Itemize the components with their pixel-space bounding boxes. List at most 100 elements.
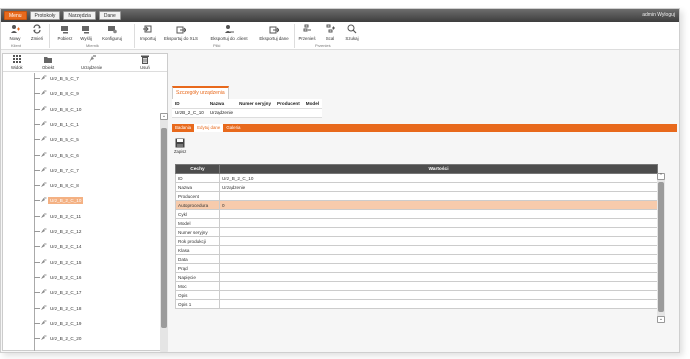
properties-panel: Cechy Wartości ID Urz_B_2_C_10 Nazwa Urządz… (175, 164, 665, 334)
property-name: Data (175, 254, 220, 264)
property-name: Opis 1 (175, 299, 220, 309)
tree-item[interactable]: Urz_B_2_C_10 (3, 195, 158, 206)
tab-protokoly[interactable]: Protokoły (29, 11, 61, 20)
export-xls-button[interactable]: Eksportuj do XLS (161, 24, 201, 42)
property-value[interactable] (219, 263, 658, 273)
table-row[interactable]: Autoprocedura 0 (175, 200, 658, 210)
object-button[interactable]: Obiekt (42, 55, 54, 70)
table-row[interactable]: UrzB_2_C_10 Urządzenie (172, 108, 323, 118)
table-row[interactable]: Nazwa Urządzenie (175, 182, 658, 192)
export-client-button[interactable]: Eksportuj do .client (208, 24, 250, 42)
scroll-thumb[interactable] (161, 128, 167, 328)
tree-item[interactable]: Urz_B_2_C_14 (3, 241, 158, 252)
property-value[interactable] (219, 191, 658, 201)
tree-item-label: Urz_B_2_C_12 (50, 229, 82, 234)
tab-narzedzia[interactable]: Narzędzia (63, 11, 96, 20)
tree-item[interactable]: Urz_B_5_C_6 (3, 150, 158, 161)
property-value[interactable] (219, 299, 658, 309)
device-icon (41, 320, 47, 325)
tree-item[interactable]: Urz_B_5_C_5 (3, 134, 158, 145)
new-button[interactable]: Nowy (3, 24, 27, 42)
tree-item[interactable]: Urz_B_7_C_7 (3, 165, 158, 176)
property-value[interactable] (219, 209, 658, 219)
tree-scrollbar[interactable]: ⌄ (160, 113, 168, 352)
device-icon (41, 167, 47, 172)
table-row[interactable]: Rok produkcji (175, 236, 658, 246)
scroll-thumb[interactable] (658, 182, 664, 312)
configure-button[interactable]: Konfiguruj (97, 24, 127, 42)
table-row[interactable]: Prąd (175, 263, 658, 273)
property-value[interactable] (219, 236, 658, 246)
send-button[interactable]: Wyślij (74, 24, 98, 42)
scroll-up-arrow[interactable]: ⌃ (657, 173, 665, 180)
tree-item[interactable]: Urz_B_1_C_1 (3, 119, 158, 130)
table-row[interactable]: Data (175, 254, 658, 264)
tree-item[interactable]: Urz_B_2_C_15 (3, 257, 158, 268)
merge-icon (326, 24, 335, 33)
tree-item[interactable]: Urz_B_8_C_9 (3, 88, 158, 99)
merge-button[interactable]: Scal (318, 24, 342, 42)
property-value[interactable] (219, 272, 658, 282)
move-button[interactable]: Przenieś (295, 24, 319, 42)
tab-badania[interactable]: Badania (172, 124, 194, 132)
table-row[interactable]: Opis 1 (175, 299, 658, 309)
export-icon (269, 26, 279, 34)
tree-item[interactable]: Urz_B_2_C_19 (3, 318, 158, 329)
tree-item-label: Urz_B_2_C_20 (50, 336, 82, 342)
tree-item[interactable]: Urz_B_2_C_17 (3, 287, 158, 298)
tab-menu[interactable]: Menu (4, 11, 27, 20)
property-value[interactable]: 0 (219, 200, 658, 210)
ribbon-group-przenies: Przenieś (315, 43, 331, 48)
table-row[interactable]: Moc (175, 281, 658, 291)
tab-edytuj-dane[interactable]: Edytuj dane (194, 124, 224, 132)
table-row[interactable]: Klasa (175, 245, 658, 255)
tree-item-label: Urz_B_1_C_1 (50, 121, 79, 127)
table-row[interactable]: Opis (175, 290, 658, 300)
property-value[interactable] (219, 245, 658, 255)
tab-dane[interactable]: Dane (98, 11, 121, 20)
table-row[interactable]: Cykl (175, 209, 658, 219)
tree-item-label: Urz_B_5_C_5 (50, 137, 79, 143)
tree-item[interactable]: Urz_B_2_C_11 (3, 211, 158, 222)
tree-item[interactable]: Urz_B_2_C_12 (3, 226, 158, 237)
tree-item[interactable]: Urz_B_8_C_10 (3, 104, 158, 115)
property-value[interactable] (219, 281, 658, 291)
ribbon-group-klient: Klient (11, 43, 22, 48)
table-row[interactable]: ID Urz_B_2_C_10 (175, 173, 658, 183)
device-icon (41, 228, 47, 233)
search-button[interactable]: Szukaj (340, 24, 364, 42)
scroll-up-arrow[interactable]: ⌄ (160, 113, 168, 120)
tree-item[interactable]: Urz_B_2_C_18 (3, 303, 158, 314)
property-value[interactable]: Urządzenie (219, 182, 658, 192)
save-button[interactable]: Zapisz (174, 138, 186, 154)
property-name: Rok produkcji (175, 236, 220, 246)
scroll-down-arrow[interactable]: ⌄ (657, 316, 665, 323)
property-value[interactable] (219, 218, 658, 228)
table-row[interactable]: Model (175, 218, 658, 228)
tree-item[interactable]: Urz_B_2_C_16 (3, 272, 158, 283)
properties-scrollbar[interactable]: ⌃ ⌄ (657, 173, 665, 323)
table-row[interactable]: Numer seryjny (175, 227, 658, 237)
table-row[interactable]: Producent (175, 191, 658, 201)
configure-icon (108, 26, 117, 34)
device-icon (41, 90, 47, 96)
property-name: Moc (175, 281, 220, 291)
import-button[interactable]: Importuj (136, 24, 160, 42)
tree-item[interactable]: Urz_B_8_C_8 (3, 180, 158, 191)
export-data-button[interactable]: Eksportuj dane (256, 24, 292, 42)
delete-button[interactable]: Usuń (140, 55, 150, 70)
change-button[interactable]: Zmień (25, 24, 49, 42)
property-name: Model (175, 218, 220, 228)
property-value[interactable]: Urz_B_2_C_10 (219, 173, 658, 183)
tab-galeria[interactable]: Galeria (223, 124, 243, 132)
table-row[interactable]: Napięcie (175, 272, 658, 282)
device-button[interactable]: Urządzenie (81, 55, 102, 70)
property-value[interactable] (219, 290, 658, 300)
tree-item[interactable]: Urz_B_2_C_20 (3, 333, 158, 344)
view-button[interactable]: Widok (11, 55, 23, 70)
property-value[interactable] (219, 227, 658, 237)
logout-link[interactable]: Wyloguj (657, 12, 675, 18)
property-name: Prąd (175, 263, 220, 273)
tree-item[interactable]: Urz_B_5_C_7 (3, 73, 158, 84)
property-value[interactable] (219, 254, 658, 264)
